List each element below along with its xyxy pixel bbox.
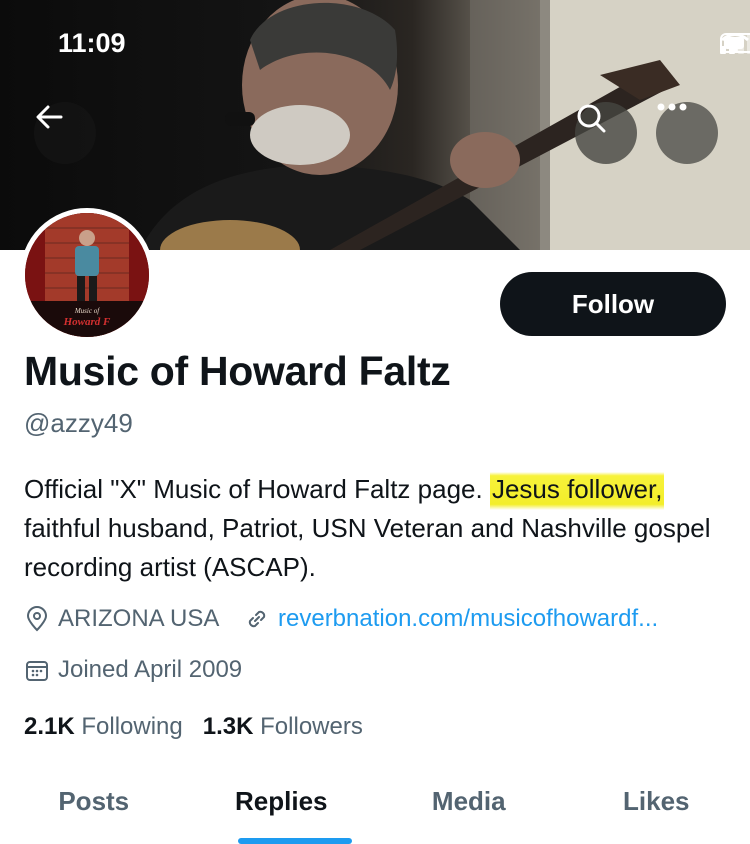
profile-joined-date: Joined April 2009 bbox=[24, 656, 242, 684]
more-horizontal-icon bbox=[657, 103, 687, 111]
search-icon bbox=[577, 104, 606, 133]
profile-avatar[interactable]: Music of Howard F bbox=[20, 208, 154, 342]
tab-likes[interactable]: Likes bbox=[563, 770, 750, 844]
tab-media[interactable]: Media bbox=[375, 770, 563, 844]
profile-location: ARIZONA USA bbox=[24, 605, 219, 633]
follow-button[interactable]: Follow bbox=[500, 272, 726, 336]
following-count: 2.1K bbox=[24, 713, 75, 740]
battery-icon bbox=[720, 33, 750, 53]
location-text: ARIZONA USA bbox=[58, 605, 220, 632]
user-handle: @azzy49 bbox=[24, 408, 133, 438]
location-pin-icon bbox=[24, 606, 50, 632]
profile-website[interactable]: reverbnation.com/musicofhowardf... bbox=[244, 605, 658, 633]
calendar-icon bbox=[24, 657, 50, 683]
status-time: 11:09 bbox=[58, 28, 126, 58]
tab-replies[interactable]: Replies bbox=[188, 770, 376, 844]
active-tab-indicator bbox=[238, 838, 352, 844]
followers-label: Followers bbox=[260, 713, 363, 740]
followers-stat[interactable]: 1.3K Followers bbox=[203, 713, 363, 741]
profile-bio: Official "X" Music of Howard Faltz page.… bbox=[24, 470, 734, 587]
avatar-image: Music of Howard F bbox=[25, 213, 149, 337]
following-label: Following bbox=[81, 713, 183, 740]
avatar-caption-top: Music of bbox=[74, 307, 100, 315]
display-name: Music of Howard Faltz bbox=[24, 348, 451, 394]
more-options-button[interactable] bbox=[656, 102, 718, 164]
website-link-text[interactable]: reverbnation.com/musicofhowardf... bbox=[278, 605, 658, 633]
back-button[interactable] bbox=[34, 102, 96, 164]
bio-highlighted-text: Jesus follower, bbox=[489, 472, 665, 510]
bio-text-end: faithful husband, Patriot, USN Veteran a… bbox=[24, 513, 711, 582]
joined-text: Joined April 2009 bbox=[58, 656, 243, 683]
link-icon bbox=[244, 606, 270, 632]
search-button[interactable] bbox=[575, 102, 637, 164]
profile-tabs: Posts Replies Media Likes bbox=[0, 770, 750, 844]
avatar-caption-bottom: Howard F bbox=[63, 316, 111, 328]
followers-count: 1.3K bbox=[202, 713, 254, 740]
following-stat[interactable]: 2.1K Following bbox=[24, 713, 183, 741]
arrow-left-icon bbox=[36, 105, 63, 129]
bio-text-start: Official "X" Music of Howard Faltz page. bbox=[24, 474, 490, 504]
profile-stats: 2.1K Following 1.3K Followers bbox=[24, 713, 363, 741]
tab-posts[interactable]: Posts bbox=[0, 770, 188, 844]
